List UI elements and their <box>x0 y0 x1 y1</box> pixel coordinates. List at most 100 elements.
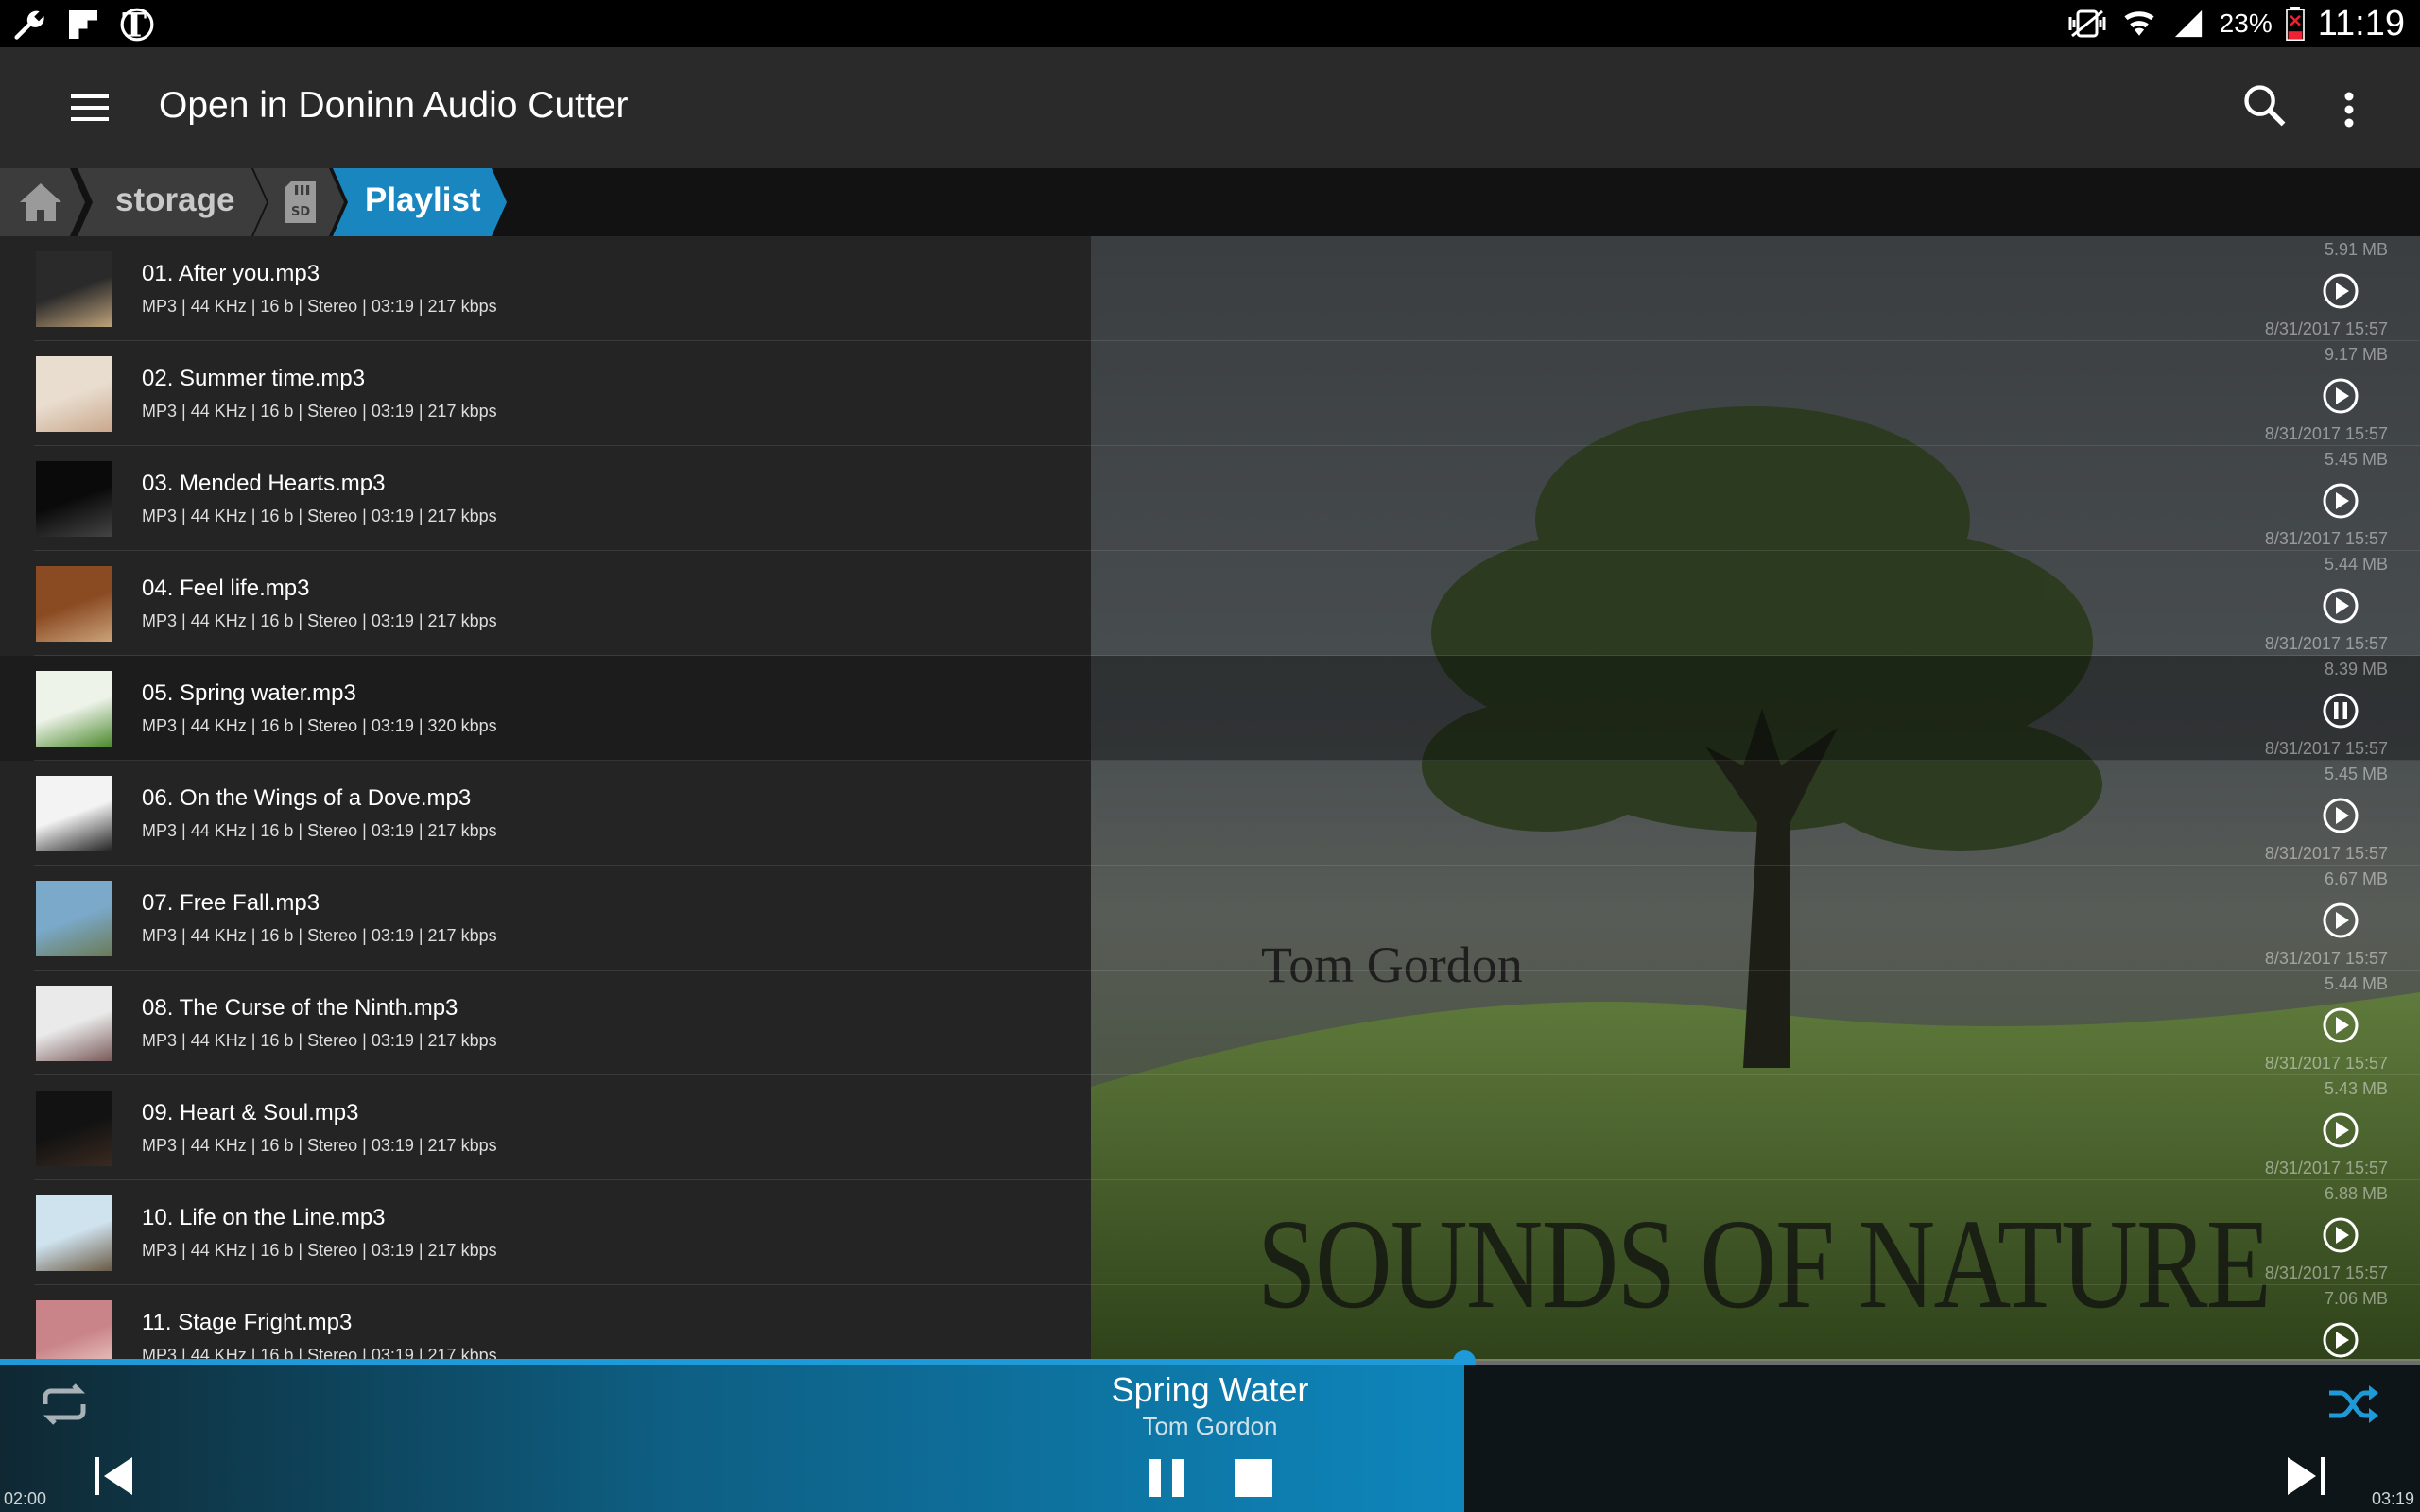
play-circle-icon <box>2323 588 2359 624</box>
play-circle-icon <box>2323 483 2359 519</box>
track-size: 7.06 MB <box>2324 1289 2388 1308</box>
track-name: 09. Heart & Soul.mp3 <box>142 1100 359 1125</box>
track-row[interactable]: 07. Free Fall.mp3 MP3 | 44 KHz | 16 b | S… <box>0 866 2420 971</box>
track-name: 07. Free Fall.mp3 <box>142 890 320 916</box>
track-row-background <box>0 971 1091 1075</box>
breadcrumb-storage-label: storage <box>115 181 235 218</box>
stop-icon <box>1235 1459 1272 1497</box>
search-button[interactable] <box>2240 81 2297 138</box>
track-thumbnail <box>36 251 112 327</box>
track-row[interactable]: 08. The Curse of the Ninth.mp3 MP3 | 44 K… <box>0 971 2420 1075</box>
track-meta: MP3 | 44 KHz | 16 b | Stereo | 03:19 | 2… <box>142 507 497 525</box>
play-circle-icon <box>2323 1217 2359 1253</box>
track-play-button[interactable] <box>2322 902 2360 939</box>
track-list-area: Tom Gordon SOUNDS OF NATURE 01. After yo… <box>0 236 2420 1361</box>
flipboard-icon <box>69 10 97 39</box>
track-date: 8/31/2017 15:57 <box>2264 424 2388 443</box>
home-icon <box>20 183 61 221</box>
track-date: 8/31/2017 15:57 <box>2264 634 2388 653</box>
track-size: 8.39 MB <box>2324 660 2388 679</box>
breadcrumb-playlist[interactable]: Playlist <box>333 168 507 236</box>
pause-button[interactable] <box>1146 1457 1187 1499</box>
track-row-background <box>0 1180 1091 1285</box>
track-row-background <box>0 446 1091 551</box>
breadcrumb-home[interactable] <box>0 168 85 236</box>
track-thumbnail <box>36 671 112 747</box>
breadcrumb-playlist-label: Playlist <box>365 181 481 218</box>
track-play-button[interactable] <box>2322 1111 2360 1149</box>
breadcrumb: storage SD Playlist <box>0 168 2420 236</box>
track-meta: MP3 | 44 KHz | 16 b | Stereo | 03:19 | 2… <box>142 926 497 945</box>
track-name: 03. Mended Hearts.mp3 <box>142 471 386 496</box>
track-date: 8/31/2017 15:57 <box>2264 1054 2388 1073</box>
track-name: 04. Feel life.mp3 <box>142 576 310 601</box>
track-thumbnail <box>36 461 112 537</box>
track-thumbnail <box>36 1300 112 1361</box>
status-bar: T 23% 11:19 <box>0 0 2420 47</box>
track-date: 8/31/2017 15:57 <box>2264 949 2388 968</box>
track-date: 8/31/2017 15:57 <box>2264 1263 2388 1282</box>
track-play-button[interactable] <box>2322 272 2360 310</box>
wifi-icon <box>2124 11 2154 36</box>
track-play-button[interactable] <box>2322 1216 2360 1254</box>
track-size: 5.45 MB <box>2324 765 2388 783</box>
track-row[interactable]: 02. Summer time.mp3 MP3 | 44 KHz | 16 b |… <box>0 341 2420 446</box>
next-icon <box>2288 1457 2325 1495</box>
track-row[interactable]: 05. Spring water.mp3 MP3 | 44 KHz | 16 b … <box>0 656 2420 761</box>
pause-icon <box>1149 1459 1184 1497</box>
track-thumbnail <box>36 776 112 851</box>
track-play-button[interactable] <box>2322 1006 2360 1044</box>
overflow-menu-button[interactable] <box>2325 81 2373 138</box>
track-thumbnail <box>36 566 112 642</box>
track-date: 8/31/2017 15:57 <box>2264 844 2388 863</box>
next-button[interactable] <box>2284 1455 2327 1501</box>
track-row[interactable]: 03. Mended Hearts.mp3 MP3 | 44 KHz | 16 b… <box>0 446 2420 551</box>
track-meta: MP3 | 44 KHz | 16 b | Stereo | 03:19 | 2… <box>142 402 497 421</box>
track-name: 08. The Curse of the Ninth.mp3 <box>142 995 458 1021</box>
track-play-button[interactable] <box>2322 797 2360 834</box>
track-play-button[interactable] <box>2322 587 2360 625</box>
app-toolbar: Open in Doninn Audio Cutter <box>0 47 2420 168</box>
track-thumbnail <box>36 1195 112 1271</box>
more-vert-icon <box>2344 92 2354 128</box>
track-row[interactable]: 06. On the Wings of a Dove.mp3 MP3 | 44 K… <box>0 761 2420 866</box>
track-row[interactable]: 01. After you.mp3 MP3 | 44 KHz | 16 b | S… <box>0 236 2420 341</box>
track-row-background <box>0 236 1091 341</box>
play-circle-icon <box>2323 1007 2359 1043</box>
stop-button[interactable] <box>1235 1459 1272 1497</box>
track-thumbnail <box>36 986 112 1061</box>
track-play-button[interactable] <box>2322 1321 2360 1359</box>
pause-circle-icon <box>2323 693 2359 729</box>
player-bar: Spring Water Tom Gordon 02:00 03:19 <box>0 1365 2420 1512</box>
track-date: 8/31/2017 15:57 <box>2264 739 2388 758</box>
play-circle-icon <box>2323 1322 2359 1358</box>
nytimes-icon: T <box>120 7 154 43</box>
battery-icon <box>2285 7 2305 41</box>
breadcrumb-sdcard[interactable]: SD <box>253 168 344 236</box>
play-circle-icon <box>2323 902 2359 938</box>
now-playing-artist: Tom Gordon <box>1142 1412 1278 1440</box>
play-circle-icon <box>2323 1112 2359 1148</box>
sd-card-icon: SD <box>285 181 316 223</box>
play-circle-icon <box>2323 273 2359 309</box>
track-row[interactable]: 11. Stage Fright.mp3 MP3 | 44 KHz | 16 b … <box>0 1285 2420 1361</box>
track-row[interactable]: 09. Heart & Soul.mp3 MP3 | 44 KHz | 16 b … <box>0 1075 2420 1180</box>
track-row-background <box>0 866 1091 971</box>
track-row[interactable]: 10. Life on the Line.mp3 MP3 | 44 KHz | 1… <box>0 1180 2420 1285</box>
elapsed-time: 02:00 <box>4 1489 47 1508</box>
track-row[interactable]: 04. Feel life.mp3 MP3 | 44 KHz | 16 b | S… <box>0 551 2420 656</box>
previous-button[interactable] <box>93 1455 136 1501</box>
repeat-button[interactable] <box>36 1383 93 1431</box>
play-circle-icon <box>2323 378 2359 414</box>
track-name: 01. After you.mp3 <box>142 261 320 286</box>
breadcrumb-storage[interactable]: storage <box>78 168 267 236</box>
shuffle-button[interactable] <box>2327 1383 2382 1431</box>
track-date: 8/31/2017 15:57 <box>2264 529 2388 548</box>
track-date: 8/31/2017 15:57 <box>2264 1159 2388 1177</box>
hamburger-menu-button[interactable] <box>57 81 123 134</box>
track-pause-button[interactable] <box>2322 692 2360 730</box>
track-meta: MP3 | 44 KHz | 16 b | Stereo | 03:19 | 2… <box>142 611 497 630</box>
track-play-button[interactable] <box>2322 377 2360 415</box>
track-play-button[interactable] <box>2322 482 2360 520</box>
search-icon <box>2244 85 2286 127</box>
